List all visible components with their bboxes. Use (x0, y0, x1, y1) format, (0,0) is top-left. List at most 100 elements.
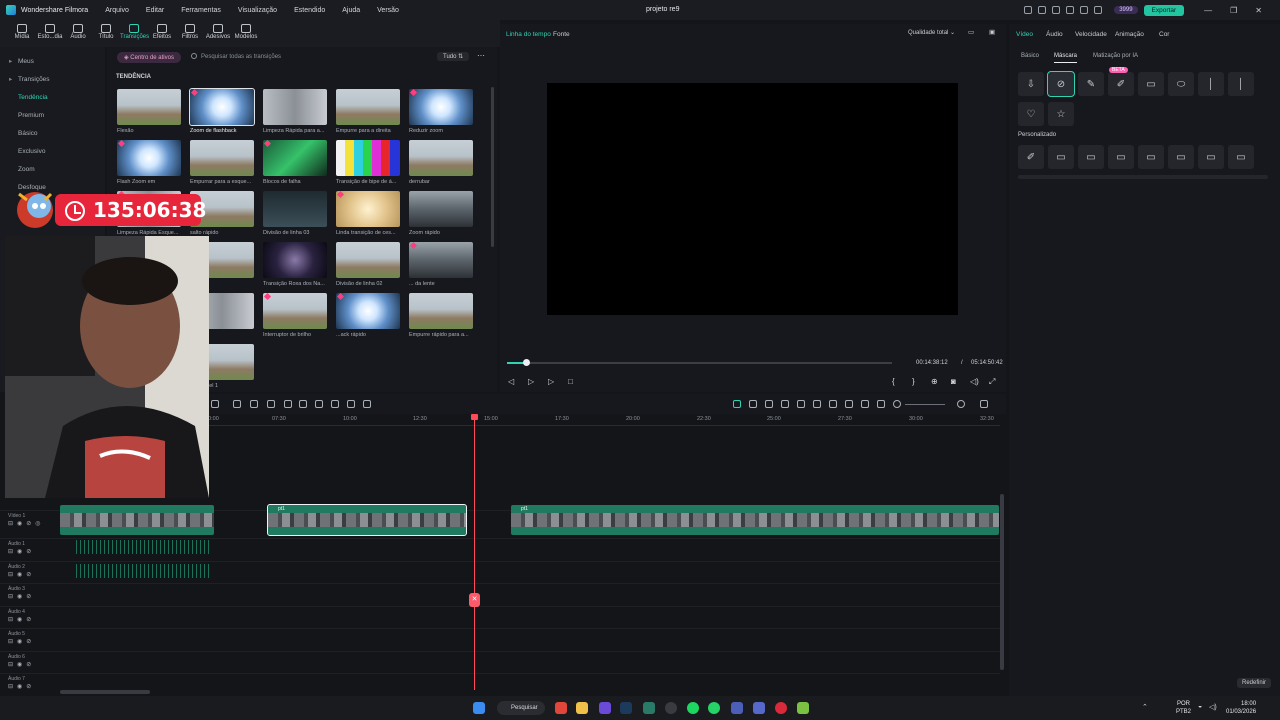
menu-ajuda[interactable]: Ajuda (342, 7, 360, 14)
tray-chevron-icon[interactable]: ⌃ (1142, 703, 1148, 711)
tab-source[interactable]: Fonte (553, 31, 570, 38)
tab-effects[interactable]: Efeitos (148, 20, 176, 47)
time-ruler[interactable]: 00:00 07:30 10:00 12:30 15:00 17:30 20:00 22:30… (205, 414, 1000, 426)
tab-stickers[interactable]: Adesivos (204, 20, 232, 47)
spotify-icon[interactable] (687, 702, 699, 714)
heart-mask-icon[interactable]: ♡ (1018, 102, 1044, 126)
menu-ferramentas[interactable]: Ferramentas (181, 7, 221, 14)
transition-card[interactable]: Limpeza Rápida para a... (263, 89, 327, 134)
marker-icon[interactable] (765, 400, 773, 408)
pen-custom-icon[interactable]: ✐ (1018, 145, 1044, 169)
volume-icon[interactable]: ◁) (970, 377, 979, 386)
transition-card[interactable]: Divisão de linha 02 (336, 242, 400, 287)
camera-icon[interactable]: ◙ (951, 377, 956, 386)
tab-audio[interactable]: Áudio (64, 20, 92, 47)
trim-tool-icon[interactable] (299, 400, 307, 408)
speaker-icon[interactable]: ◁) (1209, 703, 1217, 711)
sidebar-item-zoom[interactable]: Zoom (0, 161, 105, 179)
transition-card[interactable]: Transição Roxa dos Na... (263, 242, 327, 287)
shield-icon[interactable] (813, 400, 821, 408)
close-icon[interactable]: ✕ (1255, 6, 1262, 15)
playhead-handle[interactable] (471, 414, 478, 420)
browser-scrollbar[interactable] (491, 87, 494, 247)
tab-stock-media[interactable]: Esto...dia (36, 20, 64, 47)
ai-tool-icon[interactable] (250, 400, 258, 408)
opera-icon[interactable] (775, 702, 787, 714)
track-controls[interactable]: ⊟◉⊘ (8, 638, 35, 645)
transition-card[interactable]: Reduzir zoom (409, 89, 473, 134)
crop-tool-icon[interactable] (284, 400, 292, 408)
layout-icon[interactable] (1080, 6, 1089, 14)
previous-frame-icon[interactable]: ◁ (508, 377, 514, 386)
cut-tool-icon[interactable] (331, 400, 339, 408)
rect-custom-3-icon[interactable]: ▭ (1108, 145, 1134, 169)
star-mask-icon[interactable]: ☆ (1048, 102, 1074, 126)
no-mask-icon[interactable]: ⊘ (1047, 71, 1075, 97)
progress-knob[interactable] (523, 359, 531, 366)
vpn-icon[interactable] (731, 702, 743, 714)
tab-transitions[interactable]: Transições (120, 20, 149, 47)
play-icon[interactable]: ▷ (548, 377, 554, 386)
zoom-tool-icon[interactable] (267, 400, 275, 408)
grid-menu-icon[interactable] (980, 400, 988, 408)
video-clip-pt1[interactable]: pt1 (511, 505, 999, 535)
menu-versao[interactable]: Versão (377, 7, 399, 14)
rect-custom-4-icon[interactable]: ▭ (1138, 145, 1164, 169)
track-controls[interactable]: ⊟◉⊘◎ (8, 520, 45, 527)
more-options-icon[interactable]: ⋯ (477, 51, 485, 60)
zoom-out-icon[interactable] (893, 400, 901, 408)
gift-icon[interactable] (1024, 6, 1033, 14)
sidebar-item-transies[interactable]: Transições (0, 71, 105, 89)
zoom-preview-icon[interactable]: ⊕ (931, 377, 938, 386)
windows-start-icon[interactable] (473, 702, 485, 714)
transition-card[interactable]: Transição de bipe de á... (336, 140, 400, 185)
track-controls[interactable]: ⊟◉⊘ (8, 616, 35, 623)
pen-mask-icon[interactable]: ✎ (1078, 72, 1104, 96)
layers-icon[interactable] (877, 400, 885, 408)
zoom-in-icon[interactable] (957, 400, 965, 408)
headset-icon[interactable] (1052, 6, 1061, 14)
credits-badge[interactable]: 3999 (1114, 6, 1138, 14)
select-tool-icon[interactable] (211, 400, 219, 408)
transition-card[interactable]: Divisão de linha 03 (263, 191, 327, 236)
sidebar-item-bsico[interactable]: Básico (0, 125, 105, 143)
sidebar-item-exclusivo[interactable]: Exclusivo (0, 143, 105, 161)
tab-speed[interactable]: Velocidade (1075, 31, 1107, 38)
playhead-cut-icon[interactable]: ✕ (469, 593, 480, 607)
track-controls[interactable]: ⊟◉⊘ (8, 571, 35, 578)
cloud-icon[interactable] (1038, 6, 1047, 14)
obs-icon[interactable] (665, 702, 677, 714)
mic-icon[interactable] (829, 400, 837, 408)
transition-card[interactable]: Linda transição de ces... (336, 191, 400, 236)
line-mask-icon[interactable]: │ (1198, 72, 1224, 96)
tab-templates[interactable]: Modelos (232, 20, 260, 47)
tab-color[interactable]: Cor (1159, 31, 1169, 38)
snapshot-view-icon[interactable]: ▣ (989, 28, 995, 36)
tab-filters[interactable]: Filtros (176, 20, 204, 47)
caption-icon[interactable] (861, 400, 869, 408)
audio-clip-2[interactable] (76, 564, 212, 578)
transition-card[interactable]: ... da lente (409, 242, 473, 287)
reset-button[interactable]: Redefinir (1237, 678, 1272, 688)
link-icon[interactable] (781, 400, 789, 408)
transition-card[interactable]: Empurre rápido para a... (409, 293, 473, 338)
menu-estendido[interactable]: Estendido (294, 7, 325, 14)
rect-custom-5-icon[interactable]: ▭ (1168, 145, 1194, 169)
app-icon[interactable] (753, 702, 765, 714)
tab-audio[interactable]: Áudio (1046, 31, 1063, 38)
rectangle-mask-icon[interactable]: ▭ (1138, 72, 1164, 96)
mark-in-icon[interactable]: { (892, 377, 895, 386)
rect-custom-1-icon[interactable]: ▭ (1048, 145, 1074, 169)
subtab-mask[interactable]: Máscara (1054, 53, 1078, 63)
quality-dropdown[interactable]: Qualidade total ⌄ (908, 29, 955, 36)
snap-icon[interactable] (749, 400, 757, 408)
timeline-zoom-slider[interactable] (905, 404, 945, 405)
timeline-vscroll[interactable] (1000, 494, 1004, 670)
transition-card[interactable]: Empurre para a direita (336, 89, 400, 134)
split-view-icon[interactable]: ▭ (968, 28, 974, 36)
render-icon[interactable] (797, 400, 805, 408)
transition-card[interactable]: Flash Zoom em (117, 140, 181, 185)
folder-icon[interactable] (576, 702, 588, 714)
track-controls[interactable]: ⊟◉⊘ (8, 593, 35, 600)
sidebar-item-meus[interactable]: Meus (0, 53, 105, 71)
